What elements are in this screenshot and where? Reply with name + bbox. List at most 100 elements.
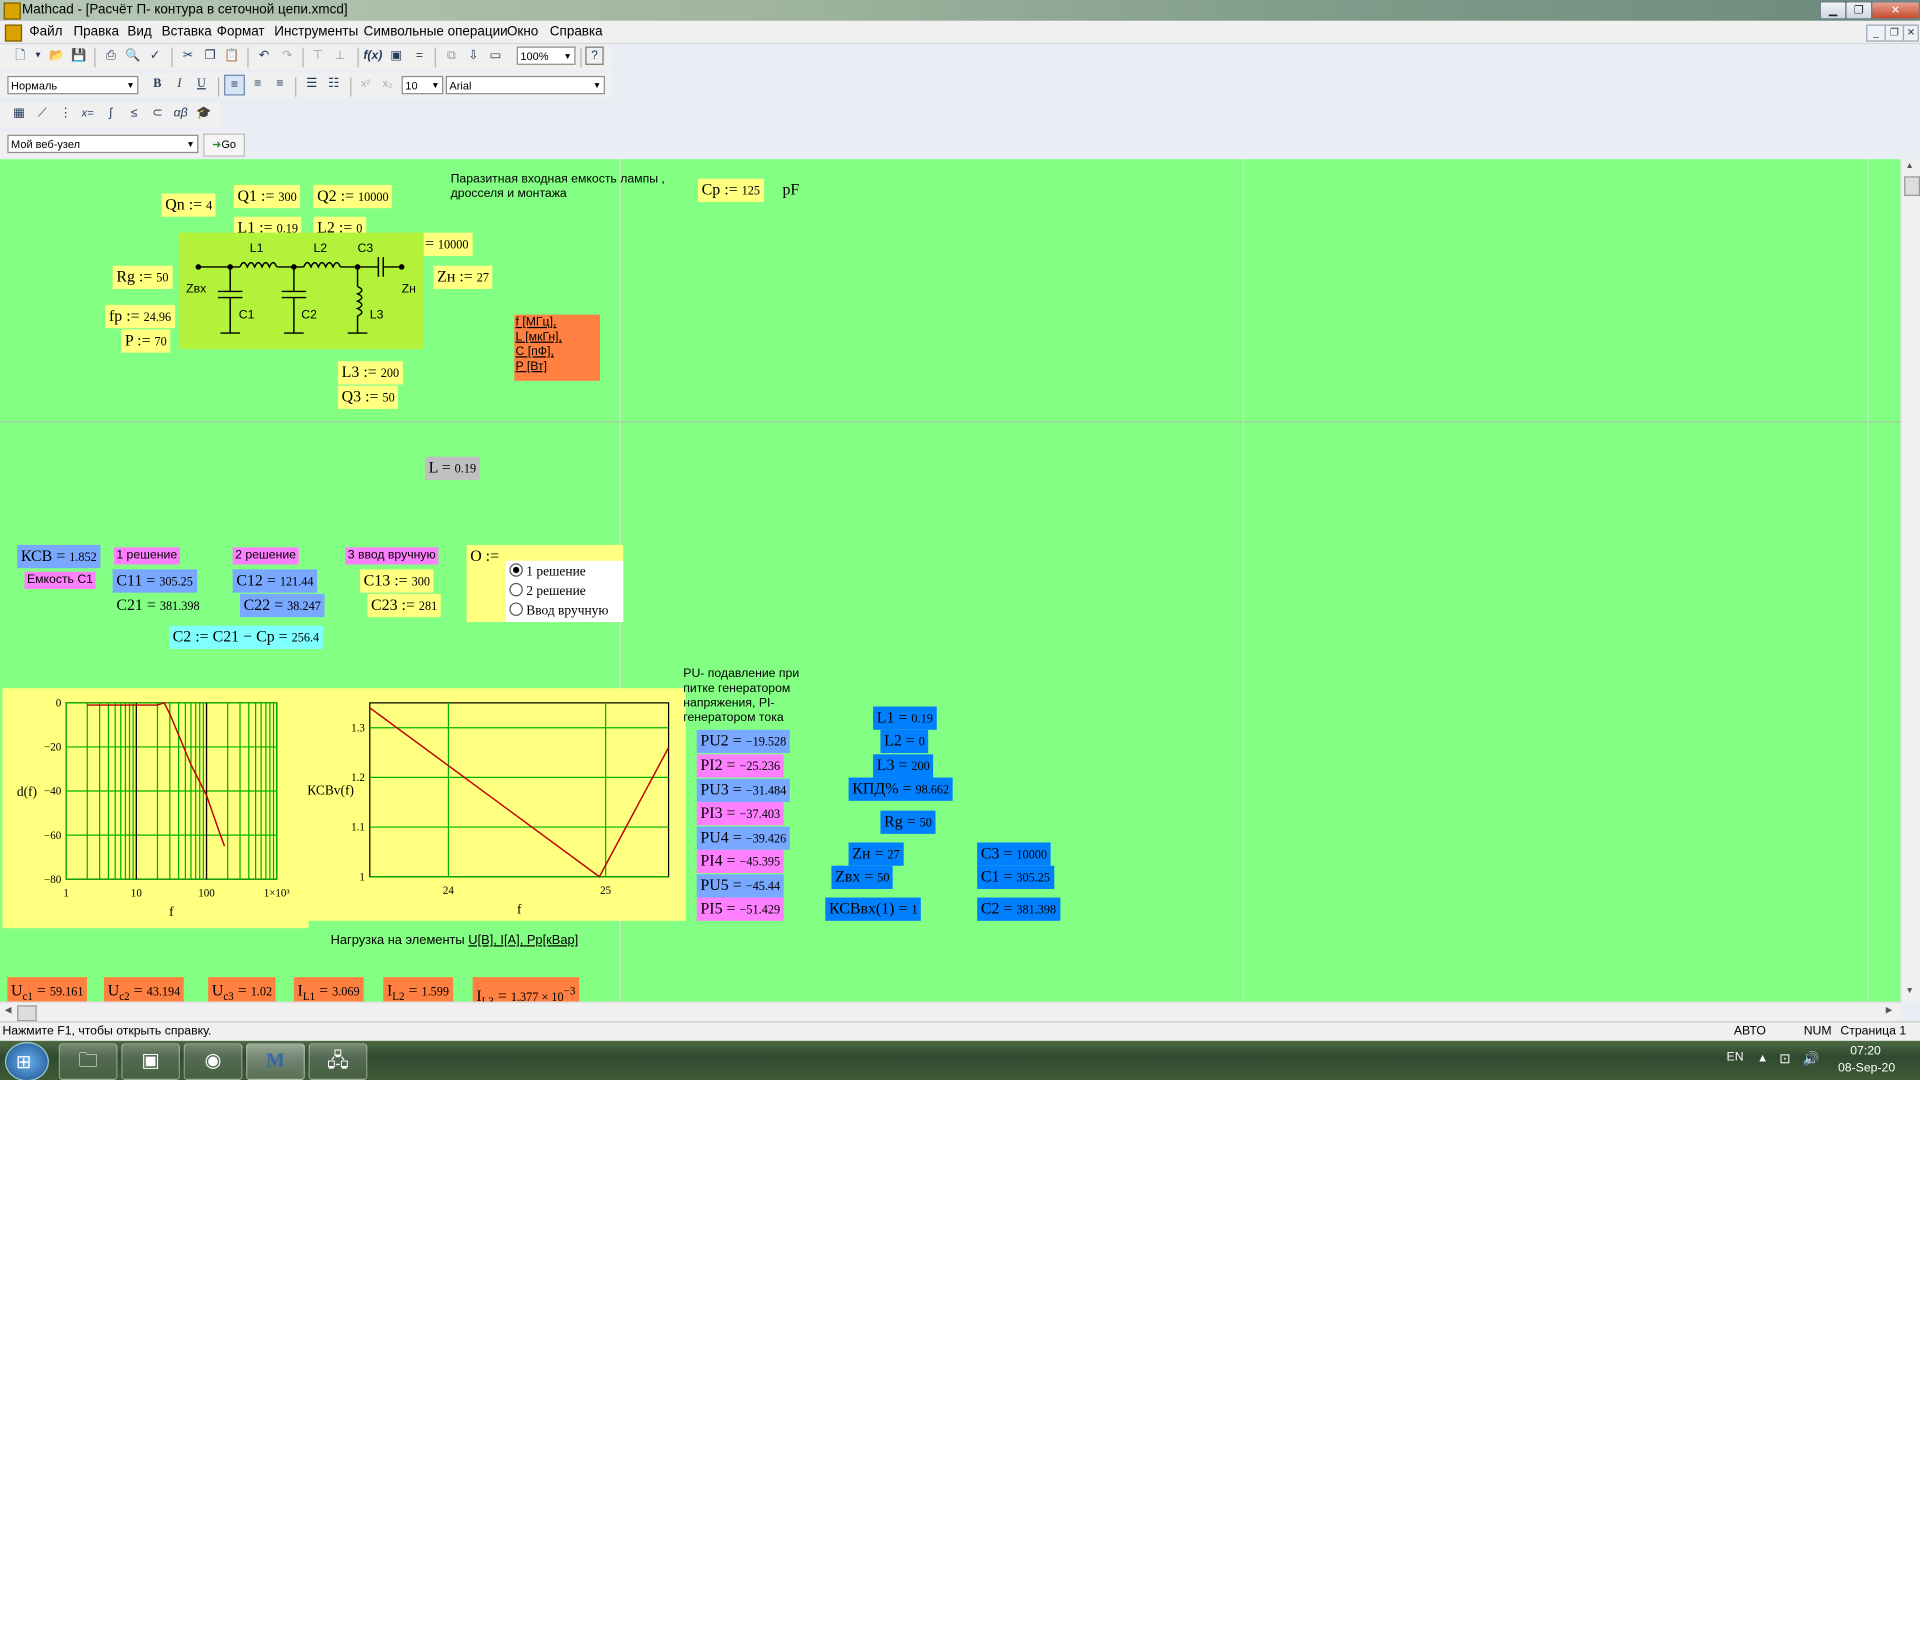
- load-uc1[interactable]: Uc1 = 59.161: [7, 977, 88, 1002]
- horizontal-scrollbar[interactable]: ◀ ▶: [0, 1001, 1901, 1023]
- doc-restore-icon[interactable]: ❐: [1884, 24, 1905, 42]
- resources-icon[interactable]: ⇩: [463, 45, 484, 66]
- align-center-icon[interactable]: ≡: [247, 73, 268, 94]
- qn-def[interactable]: Qn := 4: [161, 193, 216, 217]
- menu-format[interactable]: Формат: [217, 24, 265, 39]
- align-left-icon[interactable]: ≡: [224, 74, 245, 96]
- vertical-scroll-thumb[interactable]: [1904, 176, 1920, 196]
- load-il3[interactable]: IL3 = 1.377 × 10−3: [472, 977, 580, 1002]
- radio-solution-1[interactable]: 1 решение: [509, 563, 586, 579]
- cut-icon[interactable]: ✂: [178, 45, 199, 66]
- close-icon[interactable]: ✕: [1871, 1, 1920, 20]
- doc-close-icon[interactable]: ✕: [1902, 24, 1919, 42]
- rg-def[interactable]: Rg := 50: [112, 265, 173, 289]
- help-icon[interactable]: ?: [585, 46, 604, 65]
- result-c3[interactable]: C3 = 10000: [977, 842, 1051, 866]
- scroll-down-icon[interactable]: ▼: [1905, 987, 1913, 996]
- evaluation-icon[interactable]: x=: [77, 103, 98, 124]
- spell-check-icon[interactable]: ✓: [144, 45, 165, 66]
- redo-icon[interactable]: ↷: [277, 45, 298, 66]
- pu3-result[interactable]: PU3 = −31.484: [696, 778, 790, 803]
- chrome-taskbar-icon[interactable]: ◉: [183, 1043, 243, 1081]
- pi3-result[interactable]: PI3 = −37.403: [696, 802, 784, 826]
- pu2-result[interactable]: PU2 = −19.528: [696, 729, 790, 754]
- app-taskbar-icon[interactable]: ▣: [121, 1043, 181, 1081]
- matrix-icon[interactable]: ⋮: [55, 103, 76, 124]
- load-il1[interactable]: IL1 = 3.069: [293, 977, 364, 1002]
- align-right-icon[interactable]: ≡: [269, 73, 290, 94]
- menu-symbolics[interactable]: Символьные операции: [364, 24, 508, 39]
- scroll-right-icon[interactable]: ▶: [1886, 1005, 1893, 1016]
- copy-icon[interactable]: ❐: [200, 45, 221, 66]
- component-icon[interactable]: ⧉: [441, 45, 462, 66]
- undo-icon[interactable]: ↶: [253, 45, 274, 66]
- result-c2[interactable]: C2 = 381.398: [977, 897, 1060, 921]
- print-icon[interactable]: ⎙: [100, 45, 121, 66]
- c2-expression[interactable]: C2 := C21 − Cp = 256.4: [168, 625, 323, 649]
- ksv-result[interactable]: КСВ = 1.852: [17, 544, 101, 569]
- menu-window[interactable]: Окно: [507, 24, 538, 39]
- numbering-icon[interactable]: ☷: [323, 73, 344, 94]
- menu-tools[interactable]: Инструменты: [274, 24, 358, 39]
- bold-icon[interactable]: B: [147, 73, 168, 94]
- pu5-result[interactable]: PU5 = −45.44: [696, 874, 784, 898]
- pu4-result[interactable]: PU4 = −39.426: [696, 826, 790, 850]
- maximize-icon[interactable]: ❐: [1845, 1, 1873, 20]
- insert-unit-icon[interactable]: ▣: [386, 45, 407, 66]
- web-resource-select[interactable]: Мой веб-узел ▼: [7, 134, 199, 154]
- explorer-taskbar-icon[interactable]: 🗀: [58, 1043, 118, 1081]
- menu-edit[interactable]: Правка: [73, 24, 119, 39]
- calculate-icon[interactable]: =: [409, 45, 430, 66]
- volume-icon[interactable]: 🔊: [1802, 1051, 1819, 1067]
- font-select[interactable]: Arial ▼: [445, 75, 605, 95]
- open-icon[interactable]: 📂: [47, 45, 68, 66]
- pi4-result[interactable]: PI4 = −45.395: [696, 849, 784, 874]
- c11-result[interactable]: C11 = 305.25: [112, 569, 197, 593]
- align-down-icon[interactable]: ⊥: [329, 45, 350, 66]
- radio-manual[interactable]: Ввод вручную: [509, 602, 608, 618]
- language-indicator[interactable]: EN: [1727, 1051, 1744, 1064]
- clock-date[interactable]: 08-Sep-20: [1838, 1062, 1895, 1075]
- c23-def[interactable]: C23 := 281: [367, 593, 441, 618]
- l-result[interactable]: L = 0.19: [424, 456, 480, 481]
- go-button[interactable]: ➜Go: [203, 133, 245, 157]
- swr-chart[interactable]: 24 251.31.21.11fКСВv(f): [294, 688, 683, 923]
- greek-icon[interactable]: αβ: [170, 103, 191, 124]
- result-c1[interactable]: C1 = 305.25: [977, 865, 1054, 889]
- result-l1[interactable]: L1 = 0.19: [873, 706, 937, 730]
- result-rg[interactable]: Rg = 50: [880, 810, 936, 834]
- result-ksv-in[interactable]: КСВвх(1) = 1: [825, 897, 922, 921]
- symbolic-icon[interactable]: 🎓: [193, 103, 214, 124]
- menu-help[interactable]: Справка: [550, 24, 603, 39]
- paste-icon[interactable]: 📋: [222, 45, 243, 66]
- subscript-icon[interactable]: x₂: [377, 73, 398, 94]
- vertical-scrollbar[interactable]: ▲ ▼: [1900, 159, 1920, 1002]
- result-zn[interactable]: Zн = 27: [848, 842, 904, 866]
- graph-icon[interactable]: ⟋: [32, 103, 53, 124]
- result-l2[interactable]: L2 = 0: [880, 729, 929, 754]
- result-zvx[interactable]: Zвх = 50: [831, 865, 894, 889]
- programming-icon[interactable]: ⊂: [147, 103, 168, 124]
- tray-expand-icon[interactable]: ▲: [1757, 1052, 1768, 1064]
- superscript-icon[interactable]: x²: [355, 73, 376, 94]
- zoom-select[interactable]: 100% ▼: [516, 46, 576, 65]
- minimize-icon[interactable]: ▁: [1819, 1, 1847, 20]
- attenuation-chart[interactable]: 1 10 100 1×10³ 0 −20 −40 −60 −80 f d(f): [2, 688, 308, 928]
- cp-def[interactable]: Cp := 125: [697, 178, 764, 203]
- c12-result[interactable]: C12 = 121.44: [232, 569, 318, 593]
- style-select[interactable]: Нормаль ▼: [7, 75, 139, 95]
- calculus-icon[interactable]: ∫: [100, 103, 121, 124]
- boolean-icon[interactable]: ≤: [124, 103, 145, 124]
- mathcad-taskbar-icon[interactable]: M: [246, 1043, 305, 1081]
- calculator-icon[interactable]: ▦: [9, 103, 30, 124]
- q1-def[interactable]: Q1 := 300: [233, 184, 301, 209]
- horizontal-scroll-thumb[interactable]: [17, 1005, 37, 1022]
- document-icon[interactable]: [4, 24, 23, 42]
- new-dropdown-chevron-down-icon[interactable]: ▼: [32, 45, 44, 66]
- clock-time[interactable]: 07:20: [1850, 1044, 1881, 1057]
- doc-minimize-icon[interactable]: _: [1866, 24, 1886, 42]
- insert-function-icon[interactable]: f(x): [362, 45, 383, 66]
- result-efficiency[interactable]: КПД% = 98.662: [848, 777, 953, 801]
- network-tray-icon[interactable]: ⊡: [1779, 1051, 1790, 1067]
- bullets-icon[interactable]: ☰: [301, 73, 322, 94]
